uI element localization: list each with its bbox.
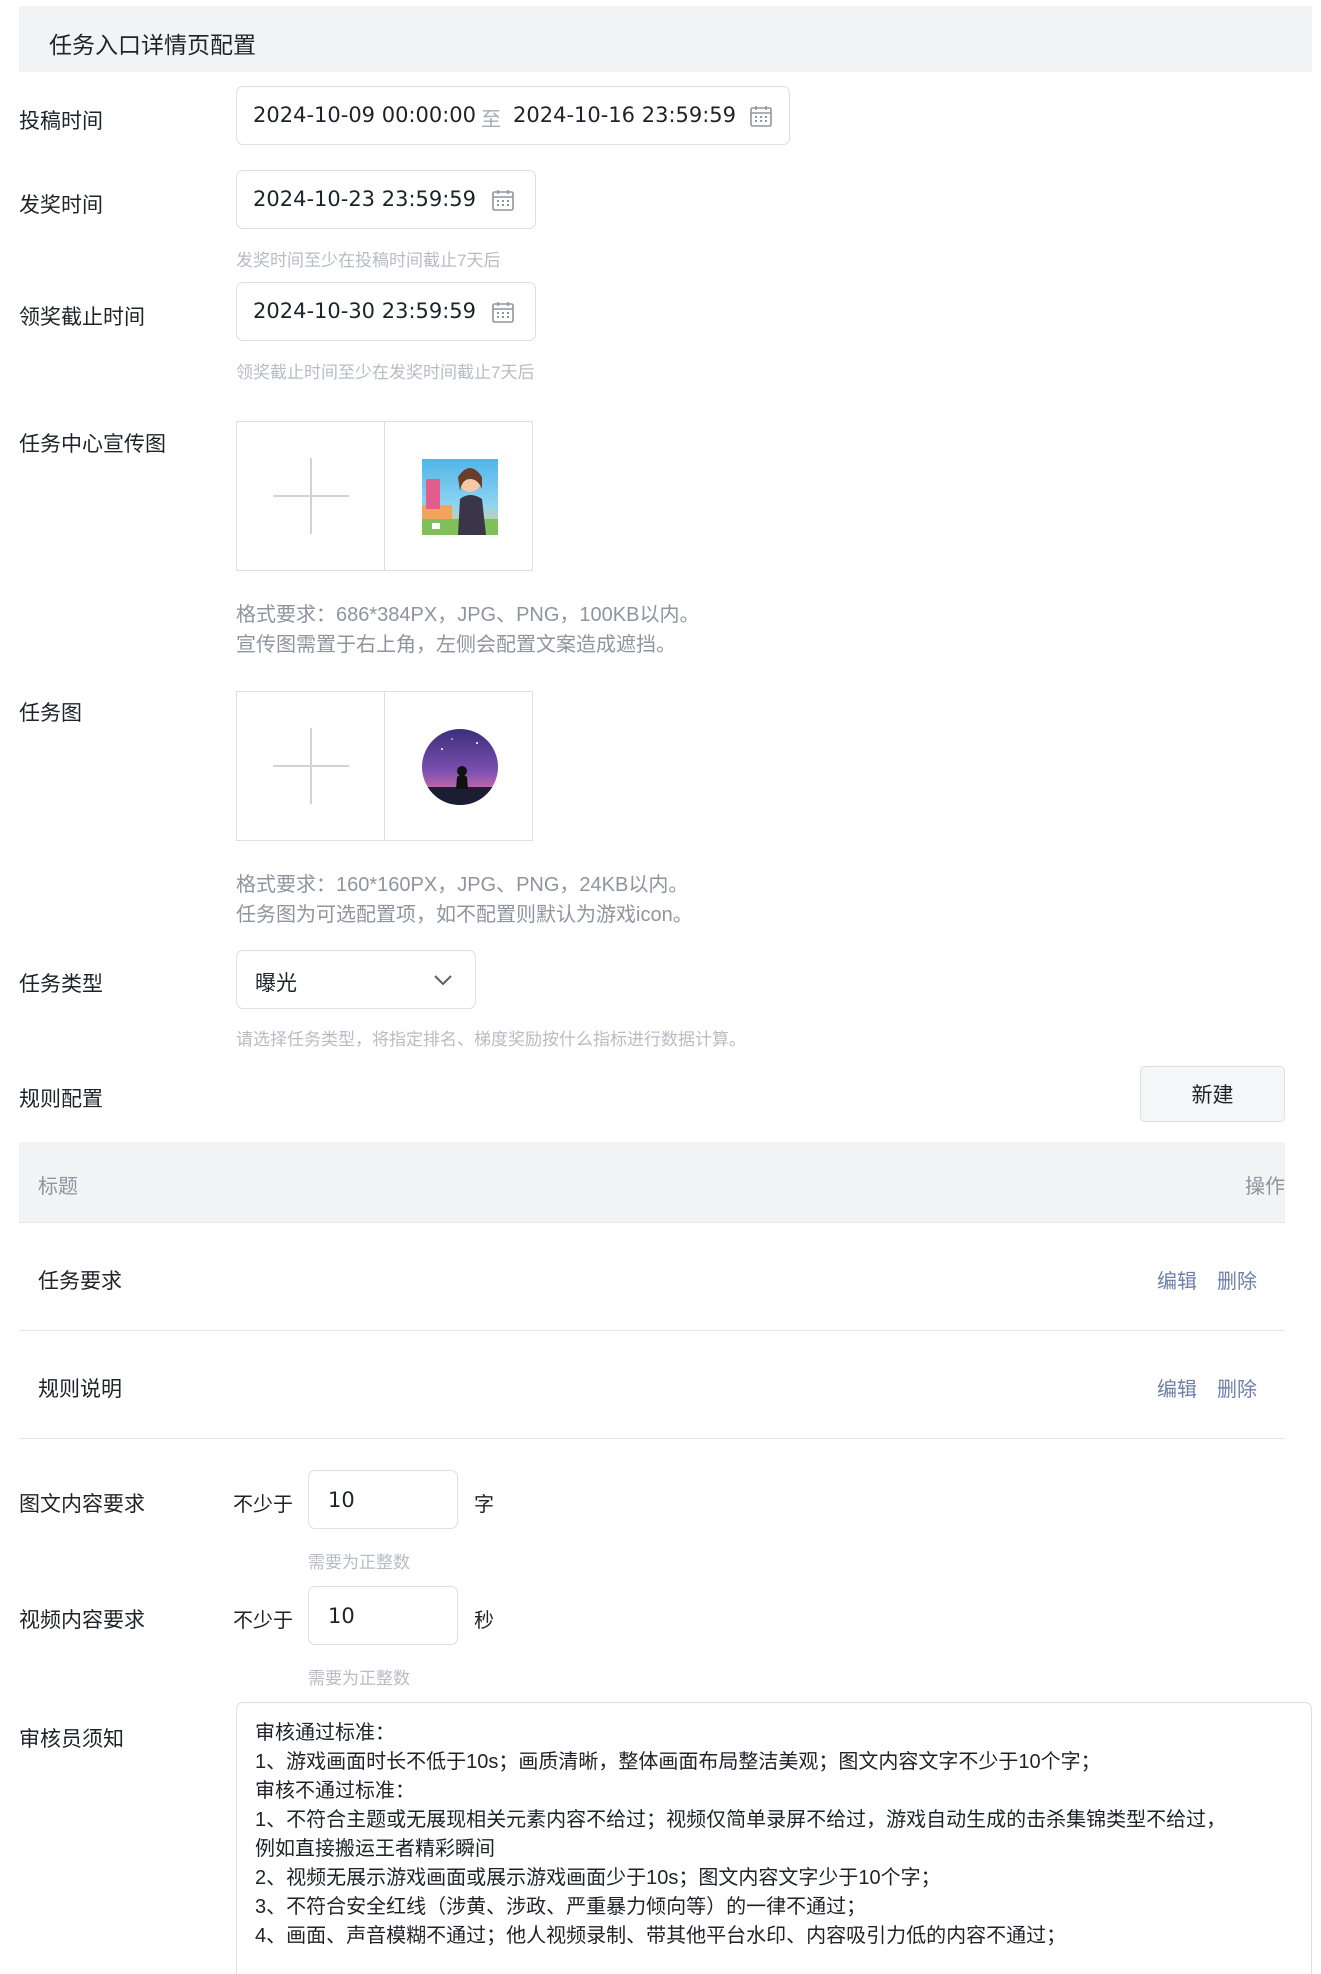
reviewer-notes-label: 审核员须知	[19, 1728, 124, 1751]
text-min-chars-value: 10	[328, 1488, 355, 1512]
rules-label: 规则配置	[19, 1088, 103, 1111]
calendar-icon[interactable]	[491, 300, 515, 324]
task-type-hint: 请选择任务类型，将指定排名、梯度奖励按什么指标进行数据计算。	[236, 1030, 746, 1049]
text-content-label: 图文内容要求	[19, 1493, 145, 1516]
claim-deadline-picker[interactable]: 2024-10-30 23:59:59	[236, 282, 536, 341]
reviewer-notes-line: 1、不符合主题或无展现相关元素内容不给过；视频仅简单录屏不给过，游戏自动生成的击…	[255, 1809, 1227, 1831]
reviewer-notes-line: 例如直接搬运王者精彩瞬间	[255, 1838, 495, 1860]
claim-deadline-value[interactable]: 2024-10-30 23:59:59	[253, 299, 476, 323]
award-time-label: 发奖时间	[19, 194, 103, 217]
banner-label: 任务中心宣传图	[19, 433, 166, 456]
award-date-value[interactable]: 2024-10-23 23:59:59	[253, 187, 476, 211]
video-content-hint: 需要为正整数	[308, 1669, 410, 1688]
table-row: 任务要求 编辑 删除	[19, 1223, 1285, 1331]
task-type-select[interactable]: 曝光	[236, 950, 476, 1009]
submit-end-date[interactable]: 2024-10-16 23:59:59	[513, 103, 736, 127]
reviewer-notes-line: 4、画面、声音模糊不通过；他人视频录制、带其他平台水印、内容吸引力低的内容不通过…	[255, 1925, 1067, 1947]
delete-link[interactable]: 删除	[1217, 1265, 1257, 1294]
task-image-label: 任务图	[19, 702, 82, 725]
chevron-down-icon	[434, 975, 452, 986]
edit-link[interactable]: 编辑	[1157, 1265, 1197, 1294]
edit-link[interactable]: 编辑	[1157, 1373, 1197, 1402]
banner-upload-button[interactable]	[237, 422, 385, 570]
range-separator: 至	[481, 109, 501, 131]
submit-time-label: 投稿时间	[19, 110, 103, 133]
task-image-hint-line1: 格式要求：160*160PX，JPG、PNG，24KB以内。	[236, 874, 689, 896]
banner-hint-line1: 格式要求：686*384PX，JPG、PNG，100KB以内。	[236, 604, 700, 626]
submit-time-range-picker[interactable]: 2024-10-09 00:00:00 至 2024-10-16 23:59:5…	[236, 86, 790, 145]
task-image-uploader	[236, 691, 533, 841]
section-header: 任务入口详情页配置	[19, 6, 1312, 72]
task-image-thumbnail[interactable]	[385, 692, 533, 840]
rule-title: 任务要求	[38, 1270, 122, 1293]
task-type-value: 曝光	[255, 972, 297, 995]
text-content-unit: 字	[474, 1494, 494, 1516]
text-content-prefix: 不少于	[233, 1494, 293, 1516]
reviewer-notes-line: 审核不通过标准：	[255, 1780, 415, 1802]
delete-link[interactable]: 删除	[1217, 1373, 1257, 1402]
task-image	[422, 729, 498, 805]
reviewer-notes-textarea[interactable]: 审核通过标准： 1、游戏画面时长不低于10s；画质清晰，整体画面布局整洁美观；图…	[236, 1702, 1312, 1974]
claim-deadline-label: 领奖截止时间	[19, 306, 145, 329]
submit-start-date[interactable]: 2024-10-09 00:00:00	[253, 103, 476, 127]
calendar-icon[interactable]	[491, 188, 515, 212]
banner-image	[422, 459, 498, 535]
video-content-unit: 秒	[474, 1610, 494, 1632]
task-image-hint-line2: 任务图为可选配置项，如不配置则默认为游戏icon。	[236, 904, 693, 926]
reviewer-notes-line: 2、视频无展示游戏画面或展示游戏画面少于10s；图文内容文字少于10个字；	[255, 1867, 941, 1889]
banner-thumbnail[interactable]	[385, 422, 533, 570]
new-rule-button[interactable]: 新建	[1140, 1066, 1285, 1122]
rule-title: 规则说明	[38, 1378, 122, 1401]
reviewer-notes-line: 3、不符合安全红线（涉黄、涉政、严重暴力倾向等）的一律不通过；	[255, 1896, 867, 1918]
column-title: 标题	[38, 1176, 78, 1198]
task-image-upload-button[interactable]	[237, 692, 385, 840]
video-min-seconds-value: 10	[328, 1604, 355, 1628]
video-min-seconds-input[interactable]: 10	[308, 1586, 458, 1645]
reviewer-notes-line: 审核通过标准：	[255, 1722, 395, 1744]
reviewer-notes-line: 1、游戏画面时长不低于10s；画质清晰，整体画面布局整洁美观；图文内容文字不少于…	[255, 1751, 1101, 1773]
video-content-prefix: 不少于	[233, 1610, 293, 1632]
video-content-label: 视频内容要求	[19, 1609, 145, 1632]
table-row: 规则说明 编辑 删除	[19, 1331, 1285, 1439]
calendar-icon[interactable]	[749, 104, 773, 128]
page-title: 任务入口详情页配置	[49, 32, 256, 58]
column-action: 操作	[1245, 1176, 1285, 1198]
banner-hint-line2: 宣传图需置于右上角，左侧会配置文案造成遮挡。	[236, 634, 676, 656]
award-time-hint: 发奖时间至少在投稿时间截止7天后	[236, 251, 501, 270]
banner-uploader	[236, 421, 533, 571]
text-content-hint: 需要为正整数	[308, 1553, 410, 1572]
claim-deadline-hint: 领奖截止时间至少在发奖时间截止7天后	[236, 363, 535, 382]
award-time-picker[interactable]: 2024-10-23 23:59:59	[236, 170, 536, 229]
rules-table-header: 标题 操作	[19, 1142, 1285, 1223]
text-min-chars-input[interactable]: 10	[308, 1470, 458, 1529]
task-type-label: 任务类型	[19, 973, 103, 996]
